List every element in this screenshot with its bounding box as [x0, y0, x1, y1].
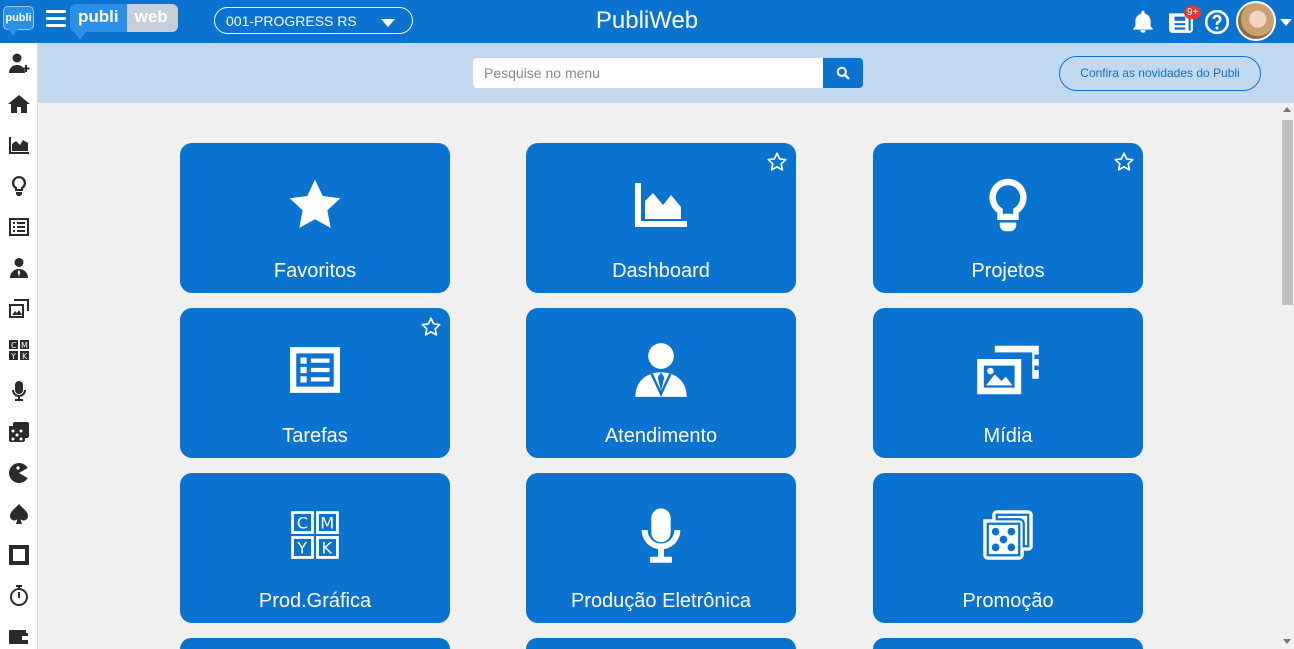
tile-dashboard[interactable]: Dashboard: [526, 143, 796, 293]
svg-text:K: K: [22, 352, 28, 361]
avatar[interactable]: [1236, 1, 1276, 41]
scroll-thumb[interactable]: [1282, 120, 1293, 305]
tile-label: Dashboard: [612, 260, 710, 282]
svg-text:K: K: [322, 538, 333, 557]
tile-prod-grafica[interactable]: CMYK Prod.Gráfica: [180, 473, 450, 623]
tile-promocao[interactable]: Promoção: [873, 473, 1143, 623]
brand-part-web: web: [126, 4, 178, 32]
microphone-icon[interactable]: [5, 377, 33, 405]
hamburger-menu-icon[interactable]: [46, 10, 66, 30]
brand-logo[interactable]: publi web: [70, 4, 178, 40]
media-icon[interactable]: [5, 295, 33, 323]
tile-partial[interactable]: [873, 638, 1143, 649]
lightbulb-icon: [873, 173, 1143, 237]
tile-partial[interactable]: [526, 638, 796, 649]
notification-badge: 9+: [1184, 6, 1202, 19]
wallet-icon[interactable]: [5, 623, 33, 649]
svg-text:Y: Y: [10, 352, 16, 361]
tile-projetos[interactable]: Projetos: [873, 143, 1143, 293]
square-icon[interactable]: [5, 541, 33, 569]
svg-text:C: C: [11, 341, 17, 350]
tile-label: Promoção: [962, 590, 1054, 612]
lightbulb-icon[interactable]: [5, 172, 33, 200]
svg-text:C: C: [297, 514, 308, 533]
svg-text:M: M: [21, 341, 28, 350]
user-tie-icon: [526, 338, 796, 402]
tile-label: Atendimento: [604, 425, 718, 447]
sidebar: CMYK: [0, 43, 38, 649]
scroll-up-arrow-icon[interactable]: [1283, 107, 1291, 112]
brand-part-publi: publi: [70, 4, 127, 40]
tile-label: Projetos: [971, 260, 1045, 282]
pacman-icon[interactable]: [5, 459, 33, 487]
company-select[interactable]: 001-PROGRESS RS: [214, 7, 413, 34]
favorite-star-icon[interactable]: [420, 316, 442, 338]
help-icon[interactable]: [1204, 9, 1230, 35]
dice-icon: [873, 503, 1143, 567]
tile-producao-eletronica[interactable]: Produção Eletrônica: [526, 473, 796, 623]
tile-atendimento[interactable]: Atendimento: [526, 308, 796, 458]
tile-tarefas[interactable]: Tarefas: [180, 308, 450, 458]
publi-logo[interactable]: publi: [3, 6, 34, 36]
user-tie-icon[interactable]: [5, 254, 33, 282]
scroll-down-arrow-icon[interactable]: [1283, 639, 1291, 644]
media-icon: [873, 338, 1143, 402]
search-button[interactable]: [823, 58, 863, 88]
scrollbar[interactable]: [1280, 103, 1294, 649]
tile-label: Tarefas: [282, 425, 348, 447]
favorite-star-icon[interactable]: [1113, 151, 1135, 173]
star-icon: [180, 173, 450, 237]
chevron-down-icon: [381, 19, 395, 27]
tile-midia[interactable]: Mídia: [873, 308, 1143, 458]
tile-label: Favoritos: [273, 260, 357, 282]
bell-icon[interactable]: [1130, 9, 1156, 35]
tile-label: Prod.Gráfica: [258, 590, 372, 612]
home-icon[interactable]: [5, 90, 33, 118]
search-icon: [836, 66, 850, 80]
tile-favoritos[interactable]: Favoritos: [180, 143, 450, 293]
dice-icon[interactable]: [5, 418, 33, 446]
app-title: PubliWeb: [595, 7, 699, 34]
tile-label: Produção Eletrônica: [570, 590, 752, 612]
avatar-chevron-down-icon[interactable]: [1280, 19, 1292, 26]
favorite-star-icon[interactable]: [766, 151, 788, 173]
company-select-value: 001-PROGRESS RS: [226, 13, 357, 29]
chart-area-icon[interactable]: [5, 131, 33, 159]
svg-text:M: M: [320, 514, 334, 533]
spade-icon[interactable]: [5, 500, 33, 528]
microphone-icon: [526, 503, 796, 567]
news-button[interactable]: Confira as novidades do Publi: [1059, 56, 1261, 91]
search-input[interactable]: [473, 58, 823, 88]
cmyk-icon: CMYK: [180, 503, 450, 567]
cmyk-icon[interactable]: CMYK: [5, 336, 33, 364]
list-icon: [180, 338, 450, 402]
chart-area-icon: [526, 173, 796, 237]
tile-partial[interactable]: [180, 638, 450, 649]
add-user-icon[interactable]: [5, 49, 33, 77]
list-icon[interactable]: [5, 213, 33, 241]
svg-text:Y: Y: [296, 538, 307, 557]
stopwatch-icon[interactable]: [5, 582, 33, 610]
tile-label: Mídia: [983, 425, 1033, 447]
